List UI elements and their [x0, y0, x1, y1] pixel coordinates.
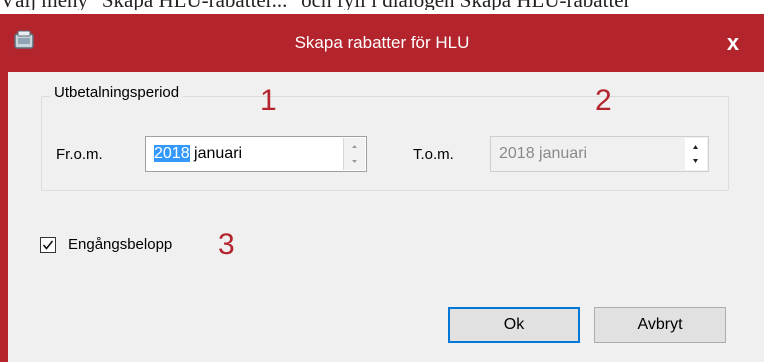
marker-two: 2 — [595, 84, 612, 117]
to-date-spinner: 2018 januari — [490, 136, 709, 172]
from-month: januari — [194, 145, 243, 162]
marker-one: 1 — [260, 84, 277, 117]
one-time-label[interactable]: Engångsbelopp — [68, 236, 172, 253]
dialog-title: Skapa rabatter för HLU — [294, 33, 470, 52]
from-date-value[interactable]: 2018 januari — [154, 145, 242, 163]
to-date-value: 2018 januari — [499, 145, 588, 162]
chevron-up-icon — [685, 138, 706, 154]
to-label: T.o.m. — [413, 146, 454, 163]
title-bar[interactable]: Skapa rabatter för HLU x — [0, 14, 764, 72]
close-icon[interactable]: x — [716, 28, 750, 58]
from-year-selected: 2018 — [154, 145, 190, 162]
chevron-down-icon — [685, 154, 706, 170]
ok-button[interactable]: Ok — [448, 307, 580, 343]
from-label: Fr.o.m. — [56, 146, 103, 163]
background-caption-text: Välj meny "Skapa HLU-rabatter..." och fy… — [0, 0, 764, 10]
cancel-button[interactable]: Avbryt — [594, 307, 726, 343]
one-time-checkbox[interactable] — [40, 237, 56, 253]
dialog-window: Skapa rabatter för HLU x Utbetalningsper… — [0, 14, 764, 362]
marker-three: 3 — [218, 228, 235, 261]
from-spin-buttons — [343, 138, 365, 170]
to-spin-buttons — [685, 138, 707, 170]
checkmark-icon — [42, 240, 54, 250]
chevron-down-icon[interactable] — [344, 154, 365, 170]
dialog-client-area: Utbetalningsperiod 1 2 Fr.o.m. 2018 janu… — [8, 72, 764, 362]
chevron-up-icon[interactable] — [344, 138, 365, 154]
from-date-spinner[interactable]: 2018 januari — [145, 136, 367, 172]
period-group-label: Utbetalningsperiod — [50, 84, 184, 101]
